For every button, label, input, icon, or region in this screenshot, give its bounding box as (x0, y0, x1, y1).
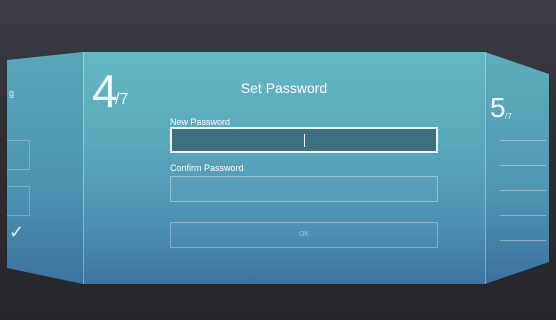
next-step-number: 5 (490, 92, 506, 123)
next-step-panel[interactable] (485, 52, 549, 284)
next-step-row (500, 215, 546, 216)
new-password-field[interactable] (170, 127, 438, 153)
checkmark-icon: ✓ (9, 222, 25, 242)
text-cursor (304, 134, 305, 147)
next-step-row (500, 140, 546, 141)
previous-step-panel[interactable]: g ✓ (7, 52, 83, 284)
confirm-password-label: Confirm Password (170, 163, 244, 173)
next-step-row (500, 190, 546, 191)
previous-step-field (7, 140, 30, 170)
page-title: Set Password (240, 80, 328, 96)
setup-wizard-stage: g ✓ 4 /7 Set Password New Password Confi… (0, 0, 556, 320)
previous-step-field (7, 186, 30, 216)
next-step-row (500, 165, 546, 166)
ok-button[interactable]: OK (170, 222, 438, 248)
new-password-label: New Password (170, 117, 231, 127)
confirm-password-field[interactable] (170, 176, 438, 202)
next-step-row (500, 240, 546, 241)
previous-step-label-fragment: g (9, 88, 15, 98)
panel-divider (485, 52, 486, 284)
next-step-total: /7 (505, 112, 512, 121)
